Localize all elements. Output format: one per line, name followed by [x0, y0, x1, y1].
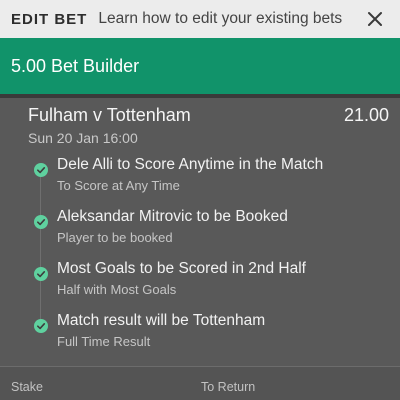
leg-market: To Score at Any Time — [57, 178, 180, 193]
leg-item: Dele Alli to Score Anytime in the Match … — [0, 156, 400, 200]
leg-item: Aleksandar Mitrovic to be Booked Player … — [0, 208, 400, 252]
to-return-label: To Return — [201, 380, 256, 394]
header-title: EDIT BET — [11, 10, 88, 28]
leg-market: Player to be booked — [57, 230, 173, 245]
check-circle-icon — [34, 215, 48, 229]
check-circle-icon — [34, 319, 48, 333]
stake-label: Stake — [11, 380, 43, 394]
check-circle-icon — [34, 163, 48, 177]
leg-selection: Aleksandar Mitrovic to be Booked — [57, 208, 288, 225]
leg-selection: Match result will be Tottenham — [57, 312, 266, 329]
bet-card: Fulham v Tottenham 21.00 Sun 20 Jan 16:0… — [0, 98, 400, 366]
close-button[interactable] — [364, 8, 386, 30]
leg-item: Match result will be Tottenham Full Time… — [0, 312, 400, 356]
event-name: Fulham v Tottenham — [28, 105, 191, 125]
help-link[interactable]: Learn how to edit your existing bets — [98, 10, 342, 28]
bet-title: 5.00 Bet Builder — [11, 55, 140, 76]
bet-builder-bar[interactable]: 5.00 Bet Builder — [0, 38, 400, 94]
leg-selection: Dele Alli to Score Anytime in the Match — [57, 156, 324, 173]
leg-market: Full Time Result — [57, 334, 151, 349]
leg-market: Half with Most Goals — [57, 282, 177, 297]
event-datetime: Sun 20 Jan 16:00 — [28, 130, 138, 146]
stake-footer: Stake To Return — [0, 367, 400, 400]
bet-odds: 21.00 — [343, 105, 389, 125]
leg-selection: Most Goals to be Scored in 2nd Half — [57, 260, 306, 277]
leg-item: Most Goals to be Scored in 2nd Half Half… — [0, 260, 400, 304]
close-icon — [368, 12, 382, 26]
edit-bet-header: EDIT BET Learn how to edit your existing… — [0, 0, 400, 38]
check-circle-icon — [34, 267, 48, 281]
